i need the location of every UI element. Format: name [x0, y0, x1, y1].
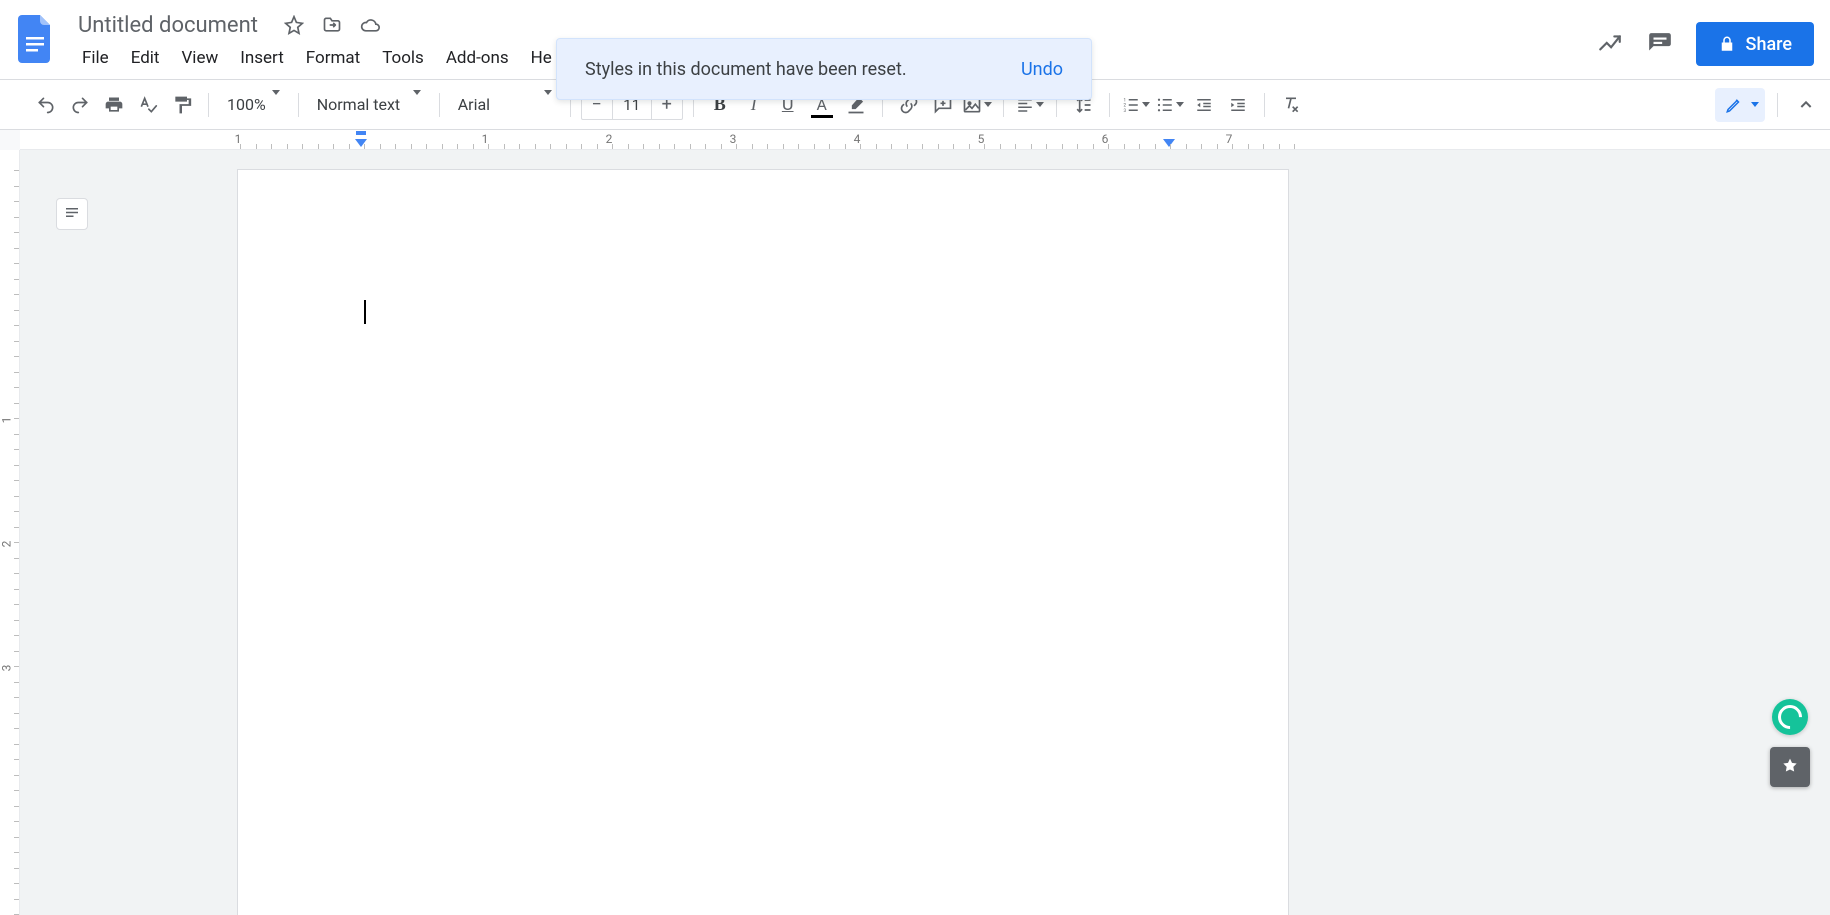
- pencil-icon: [1725, 96, 1743, 114]
- ruler-tick: 1: [0, 417, 13, 424]
- toast-undo-button[interactable]: Undo: [1021, 59, 1063, 80]
- caret-down-icon: [1751, 102, 1759, 107]
- increase-indent-button[interactable]: [1222, 89, 1254, 121]
- zoom-value: 100%: [227, 95, 266, 114]
- menu-edit[interactable]: Edit: [121, 44, 170, 72]
- grammarly-icon[interactable]: [1772, 699, 1808, 735]
- share-label: Share: [1746, 34, 1792, 55]
- menu-insert[interactable]: Insert: [230, 44, 294, 72]
- print-button[interactable]: [98, 89, 130, 121]
- text-cursor: [364, 300, 366, 324]
- ruler-tick: 3: [0, 665, 13, 672]
- bulleted-list-button[interactable]: [1154, 89, 1186, 121]
- right-indent-marker[interactable]: [1163, 139, 1175, 147]
- undo-button[interactable]: [30, 89, 62, 121]
- numbered-list-button[interactable]: 123: [1120, 89, 1152, 121]
- first-line-indent-marker[interactable]: [356, 131, 366, 135]
- menu-tools[interactable]: Tools: [372, 44, 434, 72]
- horizontal-ruler[interactable]: 1 1 2 3 4 5 6 7: [20, 130, 1830, 150]
- show-outline-button[interactable]: [56, 198, 88, 230]
- paint-format-button[interactable]: [166, 89, 198, 121]
- zoom-select[interactable]: 100%: [219, 89, 288, 121]
- comments-icon[interactable]: [1646, 30, 1674, 58]
- menu-file[interactable]: File: [72, 44, 119, 72]
- header-actions: Share: [1596, 8, 1814, 66]
- paragraph-style-value: Normal text: [317, 95, 400, 114]
- ruler-tick: 2: [0, 541, 13, 548]
- spellcheck-button[interactable]: [132, 89, 164, 121]
- font-family-value: Arial: [458, 95, 490, 114]
- collapse-toolbar-button[interactable]: [1790, 89, 1822, 121]
- caret-down-icon: [1036, 102, 1044, 107]
- caret-down-icon: [544, 90, 552, 114]
- menu-view[interactable]: View: [171, 44, 228, 72]
- caret-down-icon: [1142, 102, 1150, 107]
- caret-down-icon: [984, 102, 992, 107]
- editing-mode-button[interactable]: [1715, 88, 1765, 122]
- star-icon[interactable]: [284, 15, 304, 35]
- document-title[interactable]: Untitled document: [72, 11, 264, 40]
- caret-down-icon: [413, 90, 421, 114]
- menu-bar: File Edit View Insert Format Tools Add-o…: [72, 44, 562, 72]
- vertical-ruler[interactable]: 1 2 3: [0, 150, 20, 915]
- title-area: Untitled document File Edit View Insert …: [72, 8, 562, 72]
- font-family-select[interactable]: Arial: [450, 89, 560, 121]
- explore-button[interactable]: [1770, 747, 1810, 787]
- notification-toast: Styles in this document have been reset.…: [556, 38, 1092, 100]
- paragraph-style-select[interactable]: Normal text: [309, 89, 429, 121]
- docs-logo[interactable]: [16, 12, 56, 66]
- caret-down-icon: [1176, 102, 1184, 107]
- menu-format[interactable]: Format: [296, 44, 370, 72]
- svg-text:2: 2: [1123, 102, 1126, 108]
- clear-formatting-button[interactable]: [1275, 89, 1307, 121]
- workspace: 1 1 2 3 4 5 6 7 1 2 3: [0, 130, 1830, 915]
- share-button[interactable]: Share: [1696, 22, 1814, 66]
- svg-text:3: 3: [1123, 107, 1126, 113]
- svg-text:1: 1: [1123, 97, 1126, 103]
- decrease-indent-button[interactable]: [1188, 89, 1220, 121]
- left-indent-marker[interactable]: [355, 139, 367, 147]
- redo-button[interactable]: [64, 89, 96, 121]
- toast-message: Styles in this document have been reset.: [585, 59, 907, 80]
- activity-icon[interactable]: [1596, 30, 1624, 58]
- menu-addons[interactable]: Add-ons: [436, 44, 519, 72]
- caret-down-icon: [272, 90, 280, 114]
- cloud-status-icon[interactable]: [360, 15, 380, 35]
- lock-icon: [1718, 35, 1736, 53]
- move-icon[interactable]: [322, 15, 342, 35]
- document-canvas[interactable]: [20, 150, 1830, 915]
- page[interactable]: [238, 170, 1288, 915]
